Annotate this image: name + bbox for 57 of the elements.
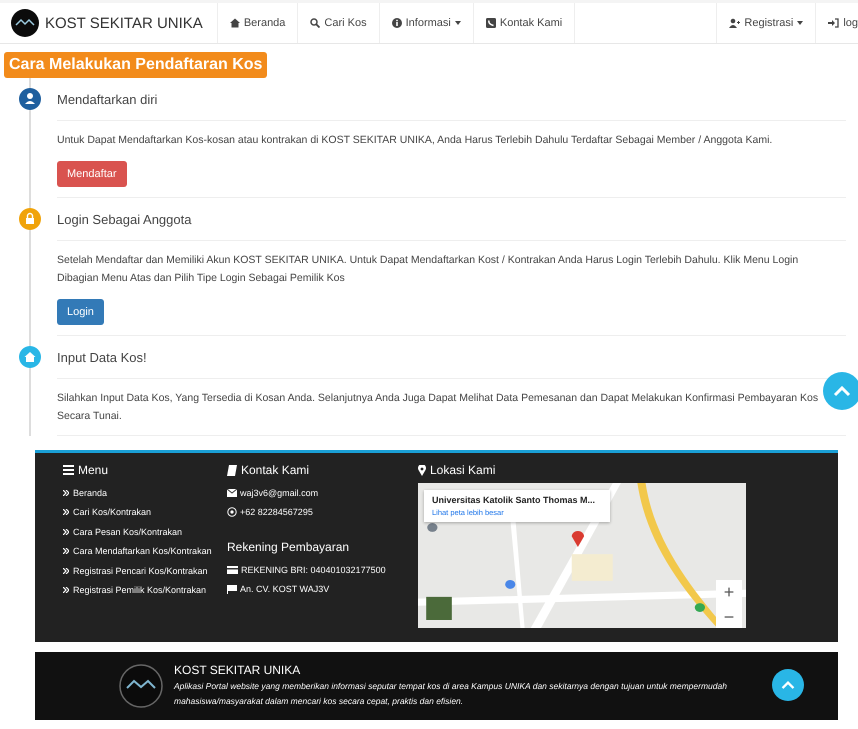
chevron-icon [63,509,69,516]
payment-text: An. CV. KOST WAJ3V [240,584,330,594]
step-text: Silahkan Input Data Kos, Yang Tersedia di Kosan Anda. Selanjutnya Anda Juga Dapat Melihat Data Pemesanan dan Dapat Melakukan Konfirmasi Pembayaran Kos Secara Tunai. [57,391,820,424]
chevron-up-icon [833,385,851,397]
home-icon [230,18,240,28]
phone-icon [227,507,237,518]
flag-icon [227,584,237,594]
user-plus-icon [729,18,740,28]
caret-icon [797,21,804,25]
footer-brand-name: KOST SEKITAR UNIKA [174,663,302,677]
nav-link[interactable]: Registrasi [717,3,816,43]
mail-icon [227,488,237,497]
contact-text: +62 82284567295 [240,507,313,518]
chevron-icon [63,587,69,594]
nav-link[interactable]: Beranda [218,3,298,43]
place-name: Universitas Katolik Santo Thomas M... [432,495,596,505]
search-icon [310,18,320,28]
step-text: Untuk Dapat Mendaftarkan Kos-kosan atau kontrakan di KOST SEKITAR UNIKA, Anda Harus Terlebih Dahulu Terdaftar Sebagai Member / Anggota Kami. [57,133,774,148]
nav-link[interactable]: Informasi [380,3,474,43]
chevron-icon [63,548,69,554]
footer-heading: Lokasi Kami [430,463,496,477]
contact-text: waj3v6@gmail.com [240,488,318,498]
footer-heading: Menu [78,463,108,477]
footer-description: Aplikasi Portal website yang memberikan informasi seputar tempat kos di area Kampus UNIKA dan sekitarnya dengan tujuan untuk mempermudah mahasiswa/masyarakat dalam mencari kos secara cepat, praktis dan efisien. [174,680,728,708]
phone-icon [486,18,496,28]
page-title: Cara Melakukan Pendaftaran Kos [4,52,268,78]
logo-icon [11,9,39,37]
sign-in-icon [828,18,840,28]
brand-name[interactable]: KOST SEKITAR UNIKA [45,14,203,32]
register-button[interactable]: Mendaftar [57,161,127,187]
info-icon [392,18,402,28]
chevron-up-icon [781,680,795,690]
footer-link[interactable]: Cari Kos/Kontrakan [73,507,152,518]
nav-link[interactable]: Kontak Kami [474,3,576,43]
caret-icon [454,21,461,25]
chevron-icon [63,568,69,574]
nav-link[interactable]: Cari Kos [298,3,380,43]
footer-link[interactable]: Registrasi Pemilik Kos/Kontrakan [73,585,206,596]
menu-icon [63,465,74,475]
payment-text: REKENING BRI: 040401032177500 [241,564,386,575]
footer-link[interactable]: Beranda [73,488,108,498]
chevron-icon [63,528,69,535]
step-title: Input Data Kos! [57,350,147,364]
step-title: Login Sebagai Anggota [57,212,192,226]
login-button[interactable]: Login [57,299,104,325]
nav-link[interactable]: log [816,3,858,43]
logo-icon [119,664,163,708]
step-text: Setelah Mendaftar dan Memiliki Akun KOST SEKITAR UNIKA. Untuk Dapat Mendaftarkan Kost / Kontrakan Anda Harus Login Terlebih Dahulu. Klik Menu Login Dibagian Menu Atas dan Pilih Tipe Login Sebagai Pemilik Kos [57,253,800,286]
footer-link[interactable]: Cara Mendaftarkan Kos/Kontrakan [73,546,212,556]
step-title: Mendaftarkan diri [57,92,158,106]
chevron-icon [63,490,69,496]
footer-heading: Rekening Pembayaran [227,540,350,554]
footer-link[interactable]: Cara Pesan Kos/Kontrakan [73,526,182,537]
map-pin-icon [418,464,426,476]
footer-heading: Kontak Kami [241,463,310,477]
card-icon [227,566,238,574]
footer-link[interactable]: Registrasi Pencari Kos/Kontrakan [73,566,208,576]
